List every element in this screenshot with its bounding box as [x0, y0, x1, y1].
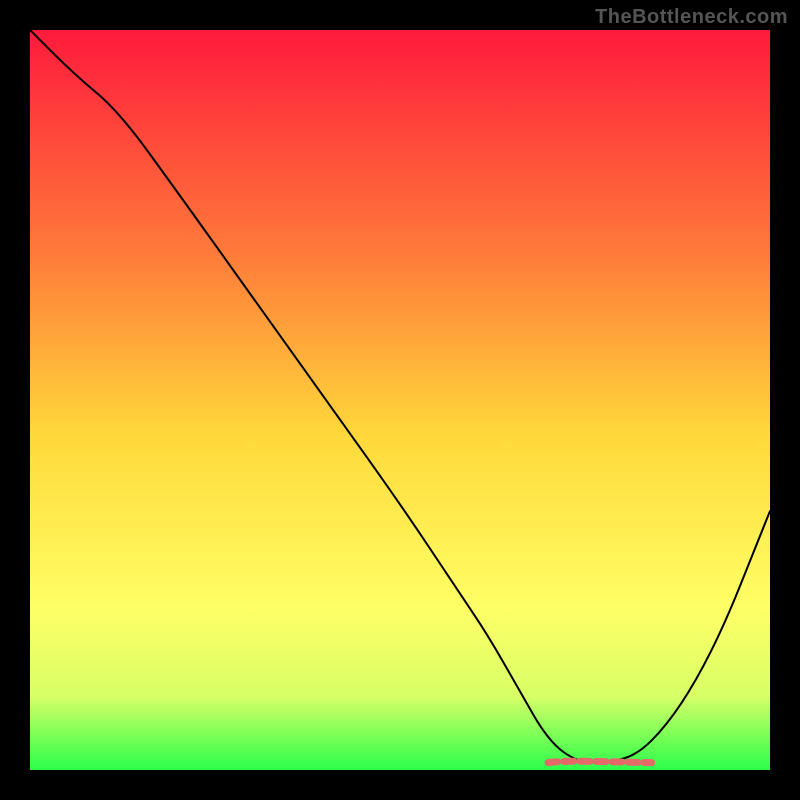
- curve-highlight: [548, 761, 652, 762]
- plot-area: [30, 30, 770, 770]
- chart-svg: [30, 30, 770, 770]
- chart-frame: TheBottleneck.com: [0, 0, 800, 800]
- watermark-text: TheBottleneck.com: [595, 6, 788, 29]
